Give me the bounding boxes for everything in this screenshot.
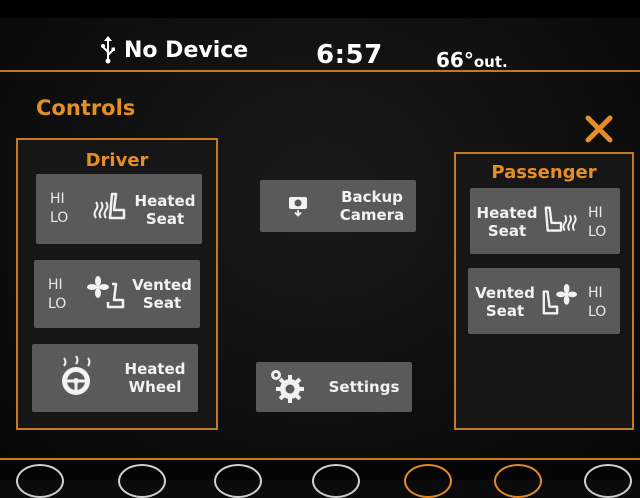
label-line1: Vented bbox=[132, 276, 192, 294]
passenger-panel: Passenger Heated Seat HI LO Vented Seat bbox=[454, 152, 634, 430]
temperature-suffix: out. bbox=[473, 53, 508, 71]
gear-icon bbox=[271, 370, 304, 403]
vented-seat-icon bbox=[542, 283, 578, 315]
label-line1: Heated bbox=[134, 192, 196, 210]
label-line1: Heated bbox=[124, 360, 186, 378]
passenger-vented-seat-button[interactable]: Vented Seat HI LO bbox=[468, 268, 620, 334]
label-line2: Camera bbox=[339, 206, 405, 224]
level-hi: HI bbox=[48, 277, 63, 293]
outside-temperature: 66°out. bbox=[436, 48, 508, 72]
vented-seat-label: Vented Seat bbox=[474, 284, 536, 320]
heated-seat-icon bbox=[93, 192, 126, 220]
vented-seat-icon bbox=[87, 276, 125, 309]
nav-apps-icon[interactable] bbox=[494, 464, 542, 498]
nav-phone-icon[interactable] bbox=[312, 464, 360, 498]
backup-camera-label: Backup Camera bbox=[336, 188, 408, 224]
clock: 6:57 bbox=[316, 40, 383, 70]
page-title: Controls bbox=[36, 96, 136, 120]
driver-panel: Driver HI LO Heated Seat HI LO Vented Se… bbox=[16, 138, 218, 430]
level-hi: HI bbox=[50, 191, 65, 207]
label-line2: Seat bbox=[485, 302, 525, 320]
vent-level: HI LO bbox=[588, 284, 606, 322]
level-hi: HI bbox=[588, 205, 603, 221]
bezel bbox=[0, 0, 640, 18]
passenger-heated-seat-button[interactable]: Heated Seat HI LO bbox=[470, 188, 620, 254]
settings-button[interactable]: Settings bbox=[256, 362, 412, 412]
heat-level: HI LO bbox=[588, 204, 606, 242]
driver-heated-seat-button[interactable]: HI LO Heated Seat bbox=[36, 174, 202, 244]
temperature-value: 66° bbox=[436, 48, 474, 72]
label-line2: Seat bbox=[487, 222, 527, 240]
heated-wheel-icon bbox=[62, 355, 91, 395]
level-lo: LO bbox=[50, 210, 69, 226]
usb-status[interactable]: No Device bbox=[124, 38, 248, 63]
heated-seat-icon bbox=[544, 206, 577, 232]
nav-controls-icon[interactable] bbox=[404, 464, 452, 498]
usb-icon bbox=[101, 36, 115, 64]
level-lo: LO bbox=[48, 296, 67, 312]
label-line1: Heated bbox=[476, 204, 538, 222]
heated-seat-label: Heated Seat bbox=[134, 192, 196, 228]
uconnect-screen: No Device 6:57 66°out. Controls Driver H… bbox=[0, 0, 640, 498]
status-divider bbox=[0, 70, 640, 72]
level-lo: LO bbox=[588, 304, 607, 320]
label-line2: Seat bbox=[145, 210, 185, 228]
level-lo: LO bbox=[588, 224, 607, 240]
heated-wheel-label: Heated Wheel bbox=[120, 360, 190, 396]
level-hi: HI bbox=[588, 285, 603, 301]
label-line2: Wheel bbox=[128, 378, 182, 396]
close-icon[interactable] bbox=[584, 114, 614, 144]
backup-camera-button[interactable]: Backup Camera bbox=[260, 180, 416, 232]
heated-seat-label: Heated Seat bbox=[476, 204, 538, 240]
driver-heated-wheel-button[interactable]: Heated Wheel bbox=[32, 344, 198, 412]
passenger-title: Passenger bbox=[491, 162, 597, 183]
camera-icon bbox=[289, 197, 307, 217]
label-line1: Vented bbox=[475, 284, 535, 302]
vent-level: HI LO bbox=[48, 276, 66, 314]
driver-title: Driver bbox=[85, 150, 149, 171]
heat-level: HI LO bbox=[50, 190, 68, 228]
nav-radio-icon[interactable] bbox=[16, 464, 64, 498]
label-line1: Backup bbox=[341, 188, 403, 206]
nav-media-icon[interactable] bbox=[118, 464, 166, 498]
settings-label: Settings bbox=[328, 378, 400, 396]
nav-climate-icon[interactable] bbox=[214, 464, 262, 498]
vented-seat-label: Vented Seat bbox=[130, 276, 194, 312]
label-line2: Seat bbox=[142, 294, 182, 312]
driver-vented-seat-button[interactable]: HI LO Vented Seat bbox=[34, 260, 200, 328]
nav-settings-icon[interactable] bbox=[584, 464, 632, 498]
